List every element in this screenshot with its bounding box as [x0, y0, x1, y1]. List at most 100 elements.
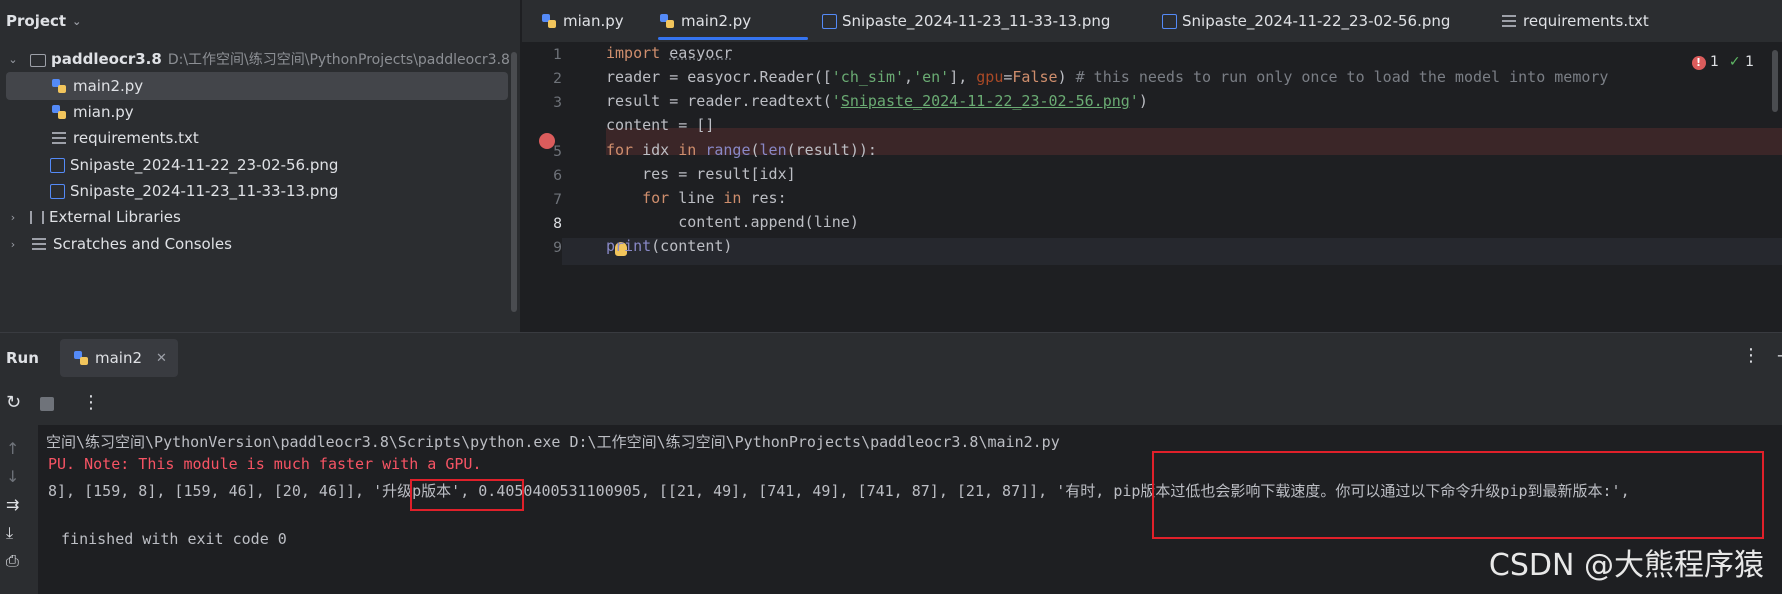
file-label: main2.py — [73, 77, 144, 95]
inspection-widget[interactable]: ! 1 ✓ 1 — [1691, 54, 1754, 70]
tree-item-png-2[interactable]: Snipaste_2024-11-23_11-33-13.png — [50, 177, 338, 205]
tree-external-libraries[interactable]: › External Libraries — [6, 203, 181, 231]
python-file-icon — [660, 14, 674, 28]
run-toolbar: ↻ ⋮ — [0, 383, 1782, 425]
arrow-up-icon[interactable]: ↑ — [6, 439, 19, 458]
line-number: 9 — [553, 240, 562, 256]
code-editor[interactable]: 1 2 3 5 6 7 8 9 import easyocr reader = … — [522, 42, 1782, 332]
python-file-icon — [52, 105, 66, 119]
project-panel: Project ⌄ ⌄ paddleocr3.8 D:\工作空间\练习空间\Py… — [0, 0, 520, 332]
caret-line-highlight — [562, 238, 1782, 265]
print-icon[interactable]: ⎙ — [6, 551, 19, 571]
scrollbar[interactable] — [511, 52, 517, 312]
tab-label: Snipaste_2024-11-23_11-33-13.png — [842, 12, 1111, 30]
chevron-down-icon[interactable]: ⌄ — [6, 53, 20, 66]
scratches-icon — [30, 235, 48, 253]
console-exit-line: finished with exit code 0 — [52, 530, 287, 548]
run-config-tab[interactable]: main2 ✕ — [60, 339, 178, 377]
text-file-icon — [1500, 12, 1518, 30]
tab-label: requirements.txt — [1523, 12, 1649, 30]
editor-tabs: mian.py main2.py Snipaste_2024-11-23_11-… — [522, 0, 1782, 43]
tree-scratches[interactable]: › Scratches and Consoles — [6, 230, 232, 258]
tree-item-main2[interactable]: main2.py — [6, 72, 508, 100]
python-file-icon — [542, 14, 556, 28]
image-file-icon — [50, 157, 65, 173]
project-title: Project — [6, 12, 67, 30]
result-part: , 0.4050400531100905, [[21, 49], [741, 4… — [460, 482, 1057, 500]
console-command-line: 空间\练习空间\PythonVersion\paddleocr3.8\Scrip… — [46, 433, 1060, 451]
external-libraries-label: External Libraries — [49, 208, 181, 226]
file-label: mian.py — [73, 103, 134, 121]
run-title: Run — [6, 349, 39, 367]
chevron-right-icon[interactable]: › — [6, 211, 20, 224]
more-options-icon[interactable]: ⋮ — [82, 392, 100, 413]
breakpoint-icon[interactable] — [539, 133, 555, 149]
file-label: Snipaste_2024-11-22_23-02-56.png — [70, 156, 339, 174]
console-warning-line: PU. Note: This module is much faster wit… — [48, 455, 482, 473]
scrollbar[interactable] — [1772, 50, 1778, 112]
code-line: for idx in range(len(result)): — [606, 141, 877, 159]
file-label: requirements.txt — [73, 129, 199, 147]
close-icon[interactable]: ✕ — [156, 351, 167, 366]
annotation-box — [1152, 451, 1764, 539]
text-file-icon — [50, 129, 68, 147]
root-path: D:\工作空间\练习空间\PythonProjects\paddleocr3.8 — [167, 52, 510, 68]
line-number: 8 — [553, 216, 562, 232]
library-icon — [30, 210, 44, 224]
line-number: 2 — [553, 71, 562, 87]
line-number: 3 — [553, 95, 562, 111]
minimize-icon[interactable]: – — [1777, 345, 1782, 366]
image-file-icon — [1162, 13, 1177, 29]
line-number: 1 — [553, 47, 562, 63]
run-header: Run main2 ✕ ⋮ – — [0, 333, 1782, 383]
error-count: 1 — [1709, 54, 1719, 70]
file-label: Snipaste_2024-11-23_11-33-13.png — [70, 182, 339, 200]
chevron-down-icon[interactable]: ⌄ — [72, 15, 81, 28]
python-file-icon — [74, 351, 88, 365]
code-line: for line in res: — [642, 189, 787, 207]
scratches-label: Scratches and Consoles — [53, 235, 232, 253]
line-number: 6 — [553, 168, 562, 184]
tree-item-png-1[interactable]: Snipaste_2024-11-22_23-02-56.png — [50, 151, 338, 179]
tab-main2[interactable]: main2.py — [658, 0, 808, 42]
folder-icon — [30, 54, 46, 67]
line-number: 7 — [553, 192, 562, 208]
code-line: content.append(line) — [606, 213, 859, 231]
tree-item-mian[interactable]: mian.py — [50, 98, 134, 126]
code-line: content = [] — [606, 116, 715, 134]
arrow-down-icon[interactable]: ↓ — [6, 467, 19, 486]
run-config-label: main2 — [95, 349, 143, 367]
tab-png-2[interactable]: Snipaste_2024-11-22_23-02-56.png — [1162, 0, 1450, 42]
tab-label: Snipaste_2024-11-22_23-02-56.png — [1182, 12, 1451, 30]
more-options-icon[interactable]: ⋮ — [1742, 345, 1760, 366]
result-part: 8], [159, 8], [159, 46], [20, 46]], — [48, 482, 374, 500]
image-file-icon — [50, 183, 65, 199]
soft-wrap-icon[interactable]: ⇉ — [6, 495, 19, 514]
image-file-icon — [822, 13, 837, 29]
ok-count: 1 — [1745, 54, 1754, 70]
tab-mian[interactable]: mian.py — [540, 0, 624, 42]
annotation-box — [410, 479, 524, 511]
scroll-to-end-icon[interactable]: ⤓ — [6, 523, 13, 543]
code-line: import easyocr — [606, 44, 733, 62]
error-icon: ! — [1691, 56, 1706, 70]
code-line: res = result[idx] — [606, 165, 796, 183]
stop-icon[interactable] — [40, 397, 54, 411]
root-name: paddleocr3.8 — [51, 50, 162, 68]
tree-root[interactable]: ⌄ paddleocr3.8 D:\工作空间\练习空间\PythonProjec… — [6, 45, 510, 73]
check-icon: ✓ — [1728, 54, 1741, 70]
watermark: CSDN @大熊程序猿 — [1488, 548, 1764, 583]
tab-label: mian.py — [563, 12, 624, 30]
project-header[interactable]: Project ⌄ — [0, 0, 520, 42]
code-line: result = reader.readtext('Snipaste_2024-… — [606, 92, 1148, 110]
rerun-icon[interactable]: ↻ — [6, 392, 21, 413]
chevron-right-icon[interactable]: › — [6, 238, 20, 251]
code-line: print(content) — [606, 237, 733, 255]
code-line: reader = easyocr.Reader(['ch_sim','en'],… — [606, 68, 1609, 86]
tab-requirements[interactable]: requirements.txt — [1500, 0, 1649, 42]
tree-item-requirements[interactable]: requirements.txt — [50, 124, 199, 152]
tab-label: main2.py — [681, 12, 752, 30]
console-side-toolbar: ↑ ↓ ⇉ ⤓ ⎙ — [0, 425, 38, 594]
python-file-icon — [52, 79, 66, 93]
tab-png-1[interactable]: Snipaste_2024-11-23_11-33-13.png — [822, 0, 1110, 42]
